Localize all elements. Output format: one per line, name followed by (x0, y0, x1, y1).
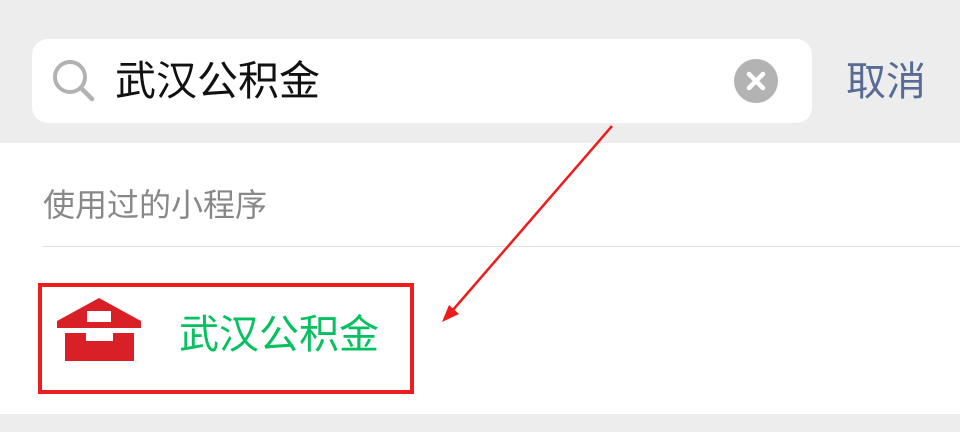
status-bar-icons (650, 0, 710, 10)
bottom-separator (0, 414, 960, 432)
divider (42, 246, 960, 247)
section-title: 使用过的小程序 (43, 186, 268, 224)
mini-program-name: 武汉公积金 (179, 312, 379, 358)
house-logo-icon (57, 298, 141, 361)
search-icon (53, 60, 95, 102)
cancel-button[interactable]: 取消 (846, 52, 926, 112)
clear-icon (746, 71, 766, 91)
clear-button[interactable] (734, 59, 778, 103)
search-input[interactable]: 武汉公积金 (115, 49, 715, 113)
